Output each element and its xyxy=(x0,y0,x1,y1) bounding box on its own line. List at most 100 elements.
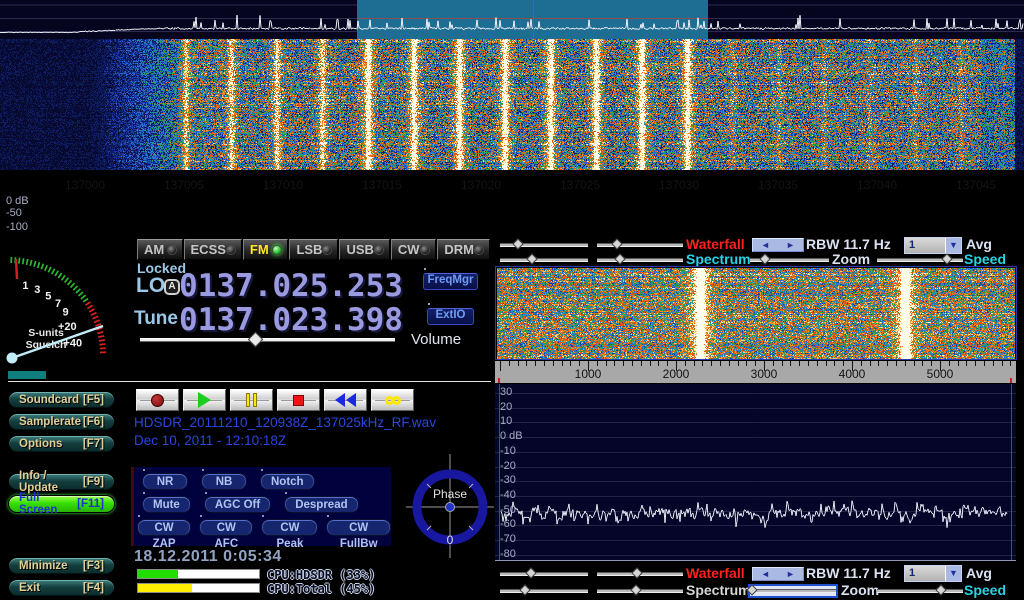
mode-button-fm[interactable]: FM xyxy=(243,239,289,260)
dropdown-arrow-icon[interactable]: ▼ xyxy=(945,238,961,253)
rbw-spinner[interactable]: ◄ ► xyxy=(752,238,804,252)
slider-thumb[interactable] xyxy=(632,567,643,578)
slider-thumb[interactable] xyxy=(942,253,953,264)
rf-scale-label: 137020 xyxy=(451,178,511,192)
slider-thumb[interactable] xyxy=(519,584,530,595)
nav-button-name: Samplerate xyxy=(19,416,81,428)
mode-label: ECSS xyxy=(191,242,226,257)
af-spectrum[interactable] xyxy=(495,384,1016,560)
nav-button-full-screen[interactable]: Full Screen[F11] xyxy=(8,495,115,513)
af-db-label: -30 xyxy=(500,474,516,486)
extio-button[interactable]: ExtIO xyxy=(427,308,474,325)
loop-button[interactable] xyxy=(371,389,414,411)
play-button[interactable] xyxy=(183,389,226,411)
avg-count-select-bottom[interactable]: 1 ▼ xyxy=(904,565,962,582)
nav-button-soundcard[interactable]: Soundcard[F5] xyxy=(8,391,115,409)
rf-spectrum[interactable] xyxy=(0,0,1024,39)
mode-label: AM xyxy=(144,242,164,257)
freqmgr-button[interactable]: FreqMgr xyxy=(423,273,478,290)
spinner-left-icon[interactable]: ◄ xyxy=(761,569,770,579)
avg-count-select[interactable]: 1 ▼ xyxy=(904,237,962,254)
dsp-button-cw-zap[interactable]: CW ZAP xyxy=(137,519,191,536)
slider-thumb[interactable] xyxy=(525,567,536,578)
dsp-button-nb[interactable]: NB xyxy=(201,473,247,490)
dsp-button-cw-fullbw[interactable]: CW FullBw xyxy=(326,519,391,536)
waterfall-contrast-slider-bottom[interactable] xyxy=(597,569,683,579)
waterfall-label-bottom: Waterfall xyxy=(686,565,745,581)
mode-led-icon xyxy=(474,245,484,255)
spectrum-ref-slider[interactable] xyxy=(500,255,588,265)
tune-frequency-display[interactable]: 0137.023.398 xyxy=(179,302,403,338)
slider-thumb[interactable] xyxy=(513,238,524,249)
spinner-right-icon[interactable]: ► xyxy=(786,569,795,579)
dropdown-arrow-icon[interactable]: ▼ xyxy=(945,566,961,581)
dsp-button-agc-off[interactable]: AGC Off xyxy=(204,496,271,513)
slider-thumb[interactable] xyxy=(630,584,641,595)
nav-button-info-update[interactable]: Info / Update[F9] xyxy=(8,473,115,491)
separator-line xyxy=(8,381,491,382)
lo-frequency-display[interactable]: 0137.025.253 xyxy=(179,268,403,304)
lock-a-button[interactable]: A xyxy=(164,279,180,295)
dsp-button-cw-peak[interactable]: CW Peak xyxy=(261,519,318,536)
mode-label: DRM xyxy=(444,242,474,257)
rbw-spinner-bottom[interactable]: ◄ ► xyxy=(752,567,804,581)
spinner-left-icon[interactable]: ◄ xyxy=(761,240,770,250)
zoom-slider[interactable] xyxy=(750,255,829,265)
af-db-label: -40 xyxy=(500,489,516,501)
dsp-button-nr[interactable]: NR xyxy=(142,473,188,490)
dsp-button-notch[interactable]: Notch xyxy=(260,473,315,490)
nav-button-options[interactable]: Options[F7] xyxy=(8,435,115,453)
zoom-slider-bottom[interactable] xyxy=(750,586,836,596)
mode-button-ecss[interactable]: ECSS xyxy=(184,239,242,260)
volume-slider[interactable] xyxy=(140,335,395,345)
slider-thumb[interactable] xyxy=(936,584,947,595)
mode-button-row: AM ECSS FM LSBUSB CW DRM xyxy=(137,239,490,260)
speed-slider-bottom[interactable] xyxy=(877,586,963,596)
dsp-button-despread[interactable]: Despread xyxy=(284,496,358,513)
waterfall-brightness-slider[interactable] xyxy=(500,240,588,250)
slider-thumb[interactable] xyxy=(611,238,622,249)
mode-label: CW xyxy=(398,242,420,257)
af-db-label: -10 xyxy=(500,445,516,457)
mode-button-usb[interactable]: USB xyxy=(339,239,389,260)
squelch-indicator[interactable] xyxy=(8,371,46,379)
dsp-button-cw-afc[interactable]: CW AFC xyxy=(199,519,253,536)
mode-button-drm[interactable]: DRM xyxy=(437,239,490,260)
mode-label: FM xyxy=(250,242,269,257)
mode-led-icon xyxy=(226,245,236,255)
spectrum-range-slider[interactable] xyxy=(597,255,683,265)
af-db-label: -80 xyxy=(500,548,516,560)
slider-thumb[interactable] xyxy=(527,253,538,264)
stop-button[interactable] xyxy=(277,389,320,411)
speed-slider[interactable] xyxy=(877,255,963,265)
pause-button[interactable] xyxy=(230,389,273,411)
af-scale-label: 4000 xyxy=(822,367,882,381)
cpu-hdsdr-label: CPU:HDSDR (33%) xyxy=(267,568,375,582)
mode-button-cw[interactable]: CW xyxy=(391,239,437,260)
spectrum-ref-slider-bottom[interactable] xyxy=(500,586,588,596)
nav-button-fkey: [F7] xyxy=(83,438,104,450)
rf-scale-label: 137025 xyxy=(550,178,610,192)
af-waterfall[interactable] xyxy=(497,268,1015,359)
nav-button-minimize[interactable]: Minimize[F3] xyxy=(8,557,115,575)
avg-label-bottom: Avg xyxy=(966,565,992,581)
mode-button-am[interactable]: AM xyxy=(137,239,183,260)
af-db-label: 0 dB xyxy=(500,430,523,442)
record-button[interactable] xyxy=(136,389,179,411)
spinner-right-icon[interactable]: ► xyxy=(786,240,795,250)
slider-thumb[interactable] xyxy=(759,253,770,264)
waterfall-brightness-slider-bottom[interactable] xyxy=(500,569,588,579)
waterfall-contrast-slider[interactable] xyxy=(597,240,683,250)
phase-indicator: Phase 0 xyxy=(402,450,498,560)
nav-button-samplerate[interactable]: Samplerate[F6] xyxy=(8,413,115,431)
volume-slider-track[interactable] xyxy=(140,338,395,342)
dsp-button-mute[interactable]: Mute xyxy=(142,496,191,513)
mode-button-lsb[interactable]: LSB xyxy=(289,239,338,260)
slider-thumb[interactable] xyxy=(614,253,625,264)
spectrum-range-slider-bottom[interactable] xyxy=(597,586,683,596)
nav-button-exit[interactable]: Exit[F4] xyxy=(8,579,115,597)
nav-button-name: Minimize xyxy=(19,560,68,572)
dsp-row: CW ZAP CW AFC CW Peak CW FullBw xyxy=(137,519,391,536)
rewind-button[interactable] xyxy=(324,389,367,411)
volume-slider-thumb[interactable] xyxy=(247,332,263,348)
